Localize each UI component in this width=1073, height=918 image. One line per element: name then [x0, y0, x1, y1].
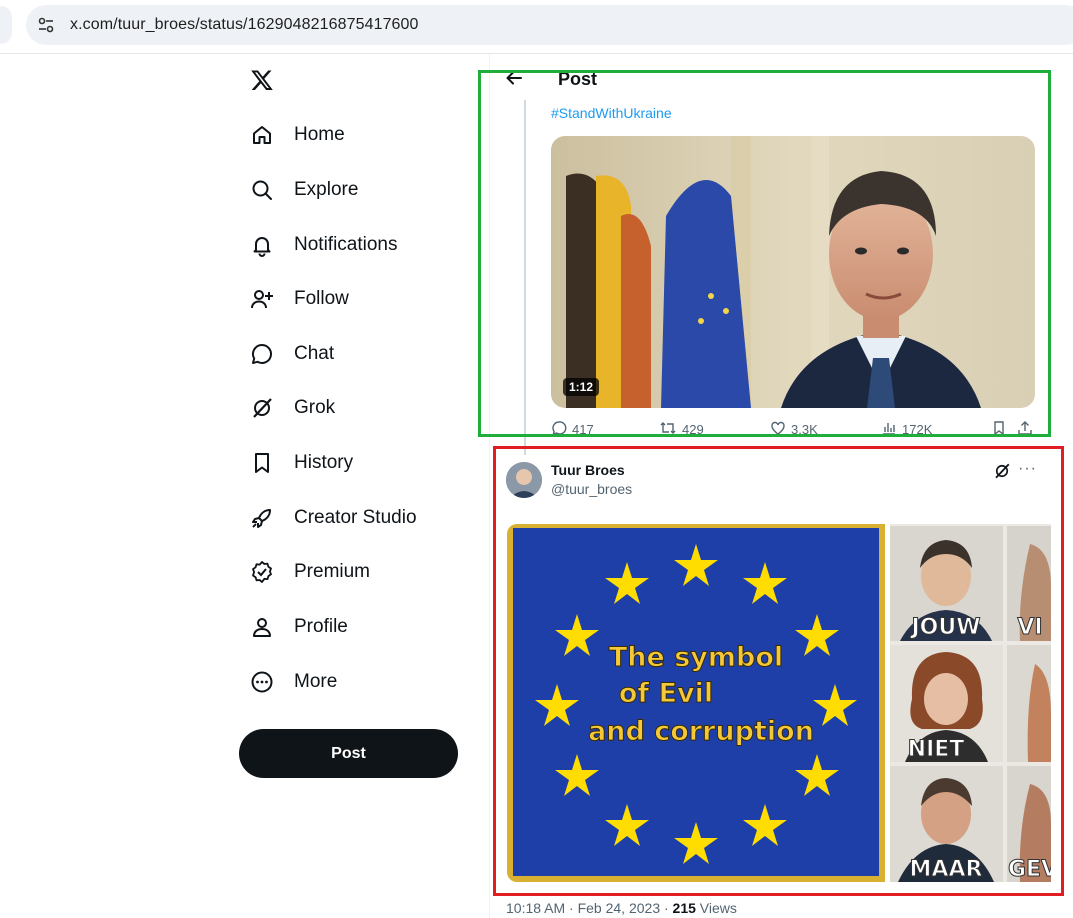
- timestamp-text: 10:18 AM · Feb 24, 2023 ·: [506, 900, 673, 916]
- page-title: Post: [558, 69, 598, 89]
- person-plus-icon: [248, 285, 276, 313]
- like-button[interactable]: 3.3K: [770, 420, 818, 439]
- grok-icon[interactable]: [993, 462, 1011, 480]
- image-caption-line: and corruption: [588, 716, 814, 747]
- nav-chat[interactable]: Chat: [248, 334, 334, 374]
- views-count: 172K: [902, 422, 933, 437]
- hashtag-link[interactable]: #StandWithUkraine: [551, 105, 672, 121]
- url-text[interactable]: x.com/tuur_broes/status/1629048216875417…: [70, 16, 419, 34]
- thread-line: [524, 100, 526, 455]
- repost-icon: [659, 420, 677, 439]
- nav-history[interactable]: History: [248, 443, 353, 483]
- views-button[interactable]: 172K: [881, 420, 932, 439]
- chat-bubble-icon: [248, 340, 276, 368]
- views-label: Views: [695, 900, 737, 916]
- image-caption-line: of Evil: [619, 678, 713, 709]
- analytics-icon: [881, 420, 897, 439]
- nav-label: History: [294, 452, 354, 473]
- post-button[interactable]: Post: [239, 729, 458, 778]
- nav-home[interactable]: Home: [248, 115, 345, 155]
- nav-label: Explore: [294, 179, 359, 200]
- grok-icon: [248, 394, 276, 422]
- person-icon: [248, 613, 276, 641]
- nav-label: Follow: [294, 288, 349, 309]
- avatar[interactable]: [506, 462, 542, 498]
- bell-icon: [248, 231, 276, 259]
- tweet-actions: 417 429 3.3K 172K: [551, 420, 1035, 440]
- share-icon: [1017, 420, 1033, 439]
- more-circle-icon: [248, 668, 276, 696]
- tab-edge[interactable]: [0, 6, 12, 44]
- back-arrow-icon[interactable]: [504, 68, 526, 90]
- nav-label: Grok: [294, 397, 336, 418]
- author-handle[interactable]: @tuur_broes: [551, 481, 632, 497]
- image-caption-line: The symbol: [609, 642, 783, 673]
- repost-count: 429: [682, 422, 704, 437]
- nav-explore[interactable]: Explore: [248, 170, 358, 210]
- tweet-image-portraits[interactable]: JOUW VI NIET MAAR GEV: [890, 524, 1051, 882]
- nav-premium[interactable]: Premium: [248, 552, 370, 592]
- column-divider: [489, 54, 490, 918]
- image-label: MAAR: [910, 857, 983, 882]
- nav-notifications[interactable]: Notifications: [248, 225, 398, 265]
- nav-grok[interactable]: Grok: [248, 388, 335, 428]
- nav-profile[interactable]: Profile: [248, 607, 348, 647]
- rocket-icon: [248, 504, 276, 532]
- nav-label: Notifications: [294, 234, 398, 255]
- bookmark-icon: [991, 420, 1007, 439]
- more-options-icon[interactable]: ···: [1018, 460, 1037, 478]
- site-settings-icon[interactable]: [26, 5, 66, 45]
- bookmark-icon: [248, 449, 276, 477]
- nav-creator-studio[interactable]: Creator Studio: [248, 498, 417, 538]
- reply-count: 417: [572, 422, 594, 437]
- verified-badge-icon: [248, 558, 276, 586]
- nav-more[interactable]: More: [248, 662, 337, 702]
- nav-follow[interactable]: Follow: [248, 279, 349, 319]
- video-duration: 1:12: [563, 378, 600, 396]
- nav-label: More: [294, 671, 338, 692]
- image-label: JOUW: [909, 615, 980, 640]
- home-icon: [248, 121, 276, 149]
- bookmark-button[interactable]: [991, 420, 1007, 439]
- video-thumbnail: [551, 136, 1035, 408]
- heart-icon: [770, 420, 786, 439]
- x-logo-icon[interactable]: [250, 68, 276, 94]
- views-count: 215: [672, 900, 696, 916]
- image-label: NIET: [908, 737, 965, 762]
- repost-button[interactable]: 429: [659, 420, 704, 439]
- nav-label: Creator Studio: [294, 507, 417, 528]
- browser-toolbar: x.com/tuur_broes/status/1629048216875417…: [0, 0, 1073, 54]
- nav-label: Chat: [294, 343, 335, 364]
- post-header: Post: [490, 56, 1073, 102]
- like-count: 3.3K: [791, 422, 818, 437]
- share-button[interactable]: [1017, 420, 1033, 439]
- nav-label: Home: [294, 124, 345, 145]
- address-bar[interactable]: x.com/tuur_broes/status/1629048216875417…: [26, 5, 1073, 45]
- nav-label: Profile: [294, 616, 348, 637]
- search-icon: [248, 176, 276, 204]
- author-name[interactable]: Tuur Broes: [551, 462, 625, 478]
- reply-icon: [551, 420, 567, 439]
- tweet-image-eu-flag[interactable]: The symbol of Evil and corruption: [507, 524, 885, 882]
- tweet-timestamp[interactable]: 10:18 AM · Feb 24, 2023 · 215 Views: [506, 900, 737, 916]
- nav-label: Premium: [294, 561, 371, 582]
- image-label: VI: [1017, 615, 1042, 640]
- image-label: GEV: [1008, 857, 1051, 882]
- video-player[interactable]: 1:12: [551, 136, 1035, 408]
- reply-button[interactable]: 417: [551, 420, 594, 439]
